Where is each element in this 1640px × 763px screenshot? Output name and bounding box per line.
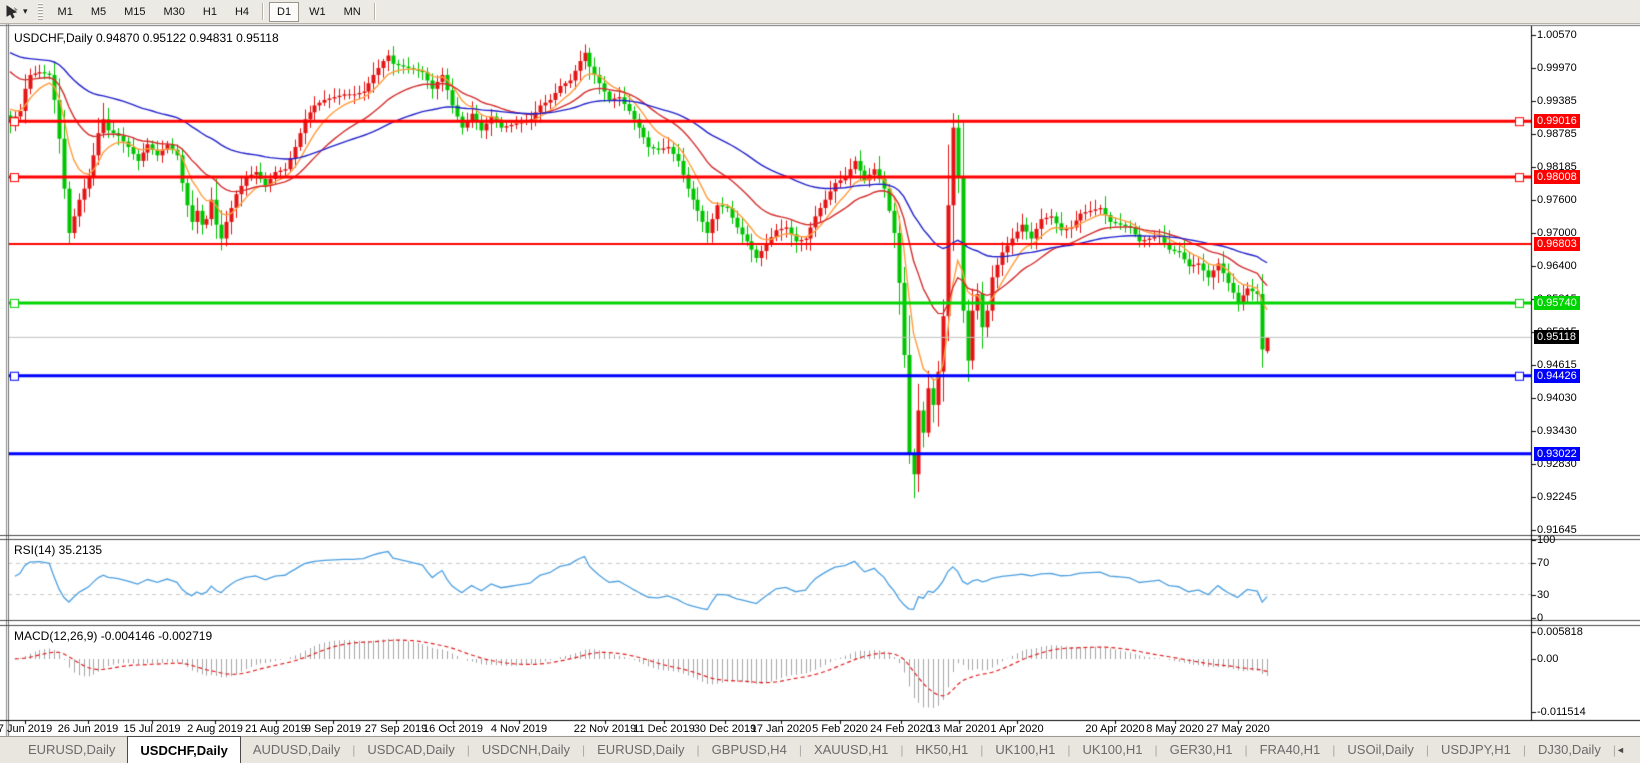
dropdown-arrow-icon[interactable]: ▾: [23, 6, 28, 17]
symbol-tab-bar: EURUSD,DailyUSDCHF,DailyAUDUSD,Daily|USD…: [0, 736, 1640, 763]
timeframe-button-m15[interactable]: M15: [116, 2, 153, 22]
tab-gbpusd-h4[interactable]: GBPUSD,H4: [700, 737, 799, 763]
tab-usdcad-daily[interactable]: USDCAD,Daily: [355, 737, 466, 763]
tab-usdjpy-h1[interactable]: USDJPY,H1: [1429, 737, 1523, 763]
tab-usdchf-daily[interactable]: USDCHF,Daily: [127, 736, 240, 763]
tab-audusd-daily[interactable]: AUDUSD,Daily: [241, 737, 352, 763]
timeframe-button-w1[interactable]: W1: [301, 2, 334, 22]
tabs-scroll-left-icon[interactable]: ◄: [1616, 745, 1639, 755]
toolbar-separator: [262, 3, 264, 20]
tab-usoil-daily[interactable]: USOil,Daily: [1335, 737, 1425, 763]
toolbar-grip[interactable]: [38, 3, 43, 21]
cursor-tool-icon[interactable]: [2, 3, 22, 21]
timeframe-button-d1[interactable]: D1: [269, 2, 299, 22]
timeframe-button-mn[interactable]: MN: [336, 2, 369, 22]
timeframe-button-h1[interactable]: H1: [195, 2, 225, 22]
toolbar: ▾ M1M5M15M30H1H4 D1W1MN: [0, 0, 1640, 24]
chart-canvas[interactable]: [0, 0, 1640, 763]
tab-fra40-h1[interactable]: FRA40,H1: [1248, 737, 1333, 763]
toolbar-separator: [374, 3, 376, 20]
timeframe-button-m1[interactable]: M1: [50, 2, 81, 22]
tab-dj30-daily[interactable]: DJ30,Daily: [1526, 737, 1613, 763]
tab-ger30-h1[interactable]: GER30,H1: [1158, 737, 1245, 763]
tab-hk50-h1[interactable]: HK50,H1: [903, 737, 980, 763]
tab-eurusd-daily[interactable]: EURUSD,Daily: [16, 737, 127, 763]
timeframe-button-m5[interactable]: M5: [83, 2, 114, 22]
tab-eurusd-daily[interactable]: EURUSD,Daily: [585, 737, 696, 763]
tab-usdcnh-daily[interactable]: USDCNH,Daily: [470, 737, 582, 763]
tab-uk100-h1[interactable]: UK100,H1: [983, 737, 1067, 763]
timeframe-button-h4[interactable]: H4: [227, 2, 257, 22]
tab-xauusd-h1[interactable]: XAUUSD,H1: [802, 737, 900, 763]
tab-uk100-h1[interactable]: UK100,H1: [1070, 737, 1154, 763]
timeframe-button-m30[interactable]: M30: [156, 2, 193, 22]
